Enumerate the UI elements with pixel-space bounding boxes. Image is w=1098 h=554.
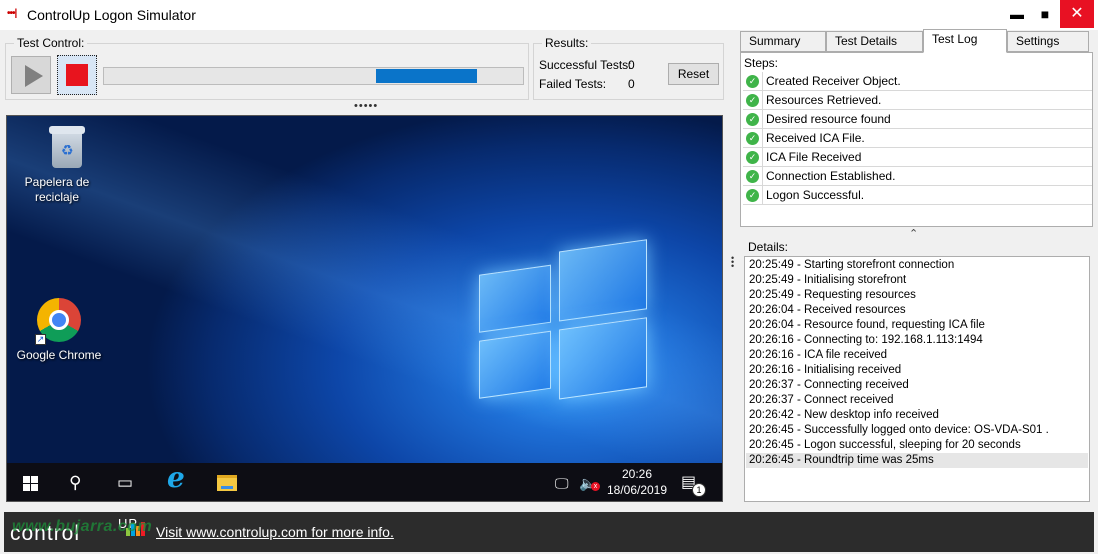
step-row: ✓ Logon Successful. <box>743 186 1092 205</box>
log-line[interactable]: 20:26:04 - Received resources <box>746 303 1088 318</box>
step-row: ✓ Resources Retrieved. <box>743 91 1092 110</box>
vertical-splitter[interactable]: • • • <box>731 254 735 271</box>
log-line[interactable]: 20:26:37 - Connecting received <box>746 378 1088 393</box>
windows-start-icon[interactable] <box>23 476 39 491</box>
step-label: Connection Established. <box>762 167 1092 186</box>
title-bar: •••| ControlUp Logon Simulator ▬ ■ ✕ <box>0 0 1098 30</box>
check-icon: ✓ <box>746 132 759 145</box>
log-line[interactable]: 20:26:16 - Initialising received <box>746 363 1088 378</box>
controlup-icon: •••| <box>7 8 17 19</box>
play-icon <box>25 65 43 87</box>
step-label: Received ICA File. <box>762 129 1092 148</box>
maximize-button[interactable]: ■ <box>1028 0 1062 28</box>
failed-tests-value: 0 <box>628 77 635 91</box>
successful-tests-value: 0 <box>628 58 635 72</box>
network-icon[interactable]: 🖵 <box>555 473 569 493</box>
check-icon: ✓ <box>746 113 759 126</box>
watermark: www.bujarra.com <box>12 518 153 535</box>
details-log[interactable]: 20:25:49 - Starting storefront connectio… <box>744 256 1090 502</box>
results-title: Results: <box>542 36 592 50</box>
check-icon: ✓ <box>746 170 759 183</box>
taskbar-clock[interactable]: 20:26 18/06/2019 <box>605 466 669 498</box>
controlup-website-link[interactable]: Visit www.controlup.com for more info. <box>156 524 394 540</box>
log-line[interactable]: 20:26:42 - New desktop info received <box>746 408 1088 423</box>
check-icon: ✓ <box>746 151 759 164</box>
windows-logo-wallpaper <box>479 231 647 430</box>
log-line[interactable]: 20:26:45 - Roundtrip time was 25ms <box>746 453 1088 468</box>
logo-pane <box>559 239 647 322</box>
step-row: ✓ ICA File Received <box>743 148 1092 167</box>
step-label: Logon Successful. <box>762 186 1092 205</box>
desktop-icon-google-chrome[interactable]: ↗ Google Chrome <box>7 116 111 366</box>
logo-pane <box>479 264 551 333</box>
horizontal-splitter[interactable]: ••••• <box>354 100 378 112</box>
step-row: ✓ Received ICA File. <box>743 129 1092 148</box>
collapse-arrow-icon[interactable]: ⌃ <box>909 227 918 240</box>
check-icon: ✓ <box>746 189 759 202</box>
progress-fill <box>376 69 477 83</box>
successful-tests-label: Successful Tests: <box>539 58 632 72</box>
play-button[interactable] <box>11 56 51 94</box>
notification-count-badge: 1 <box>692 483 706 497</box>
file-explorer-icon[interactable] <box>217 475 237 491</box>
log-line[interactable]: 20:26:04 - Resource found, requesting IC… <box>746 318 1088 333</box>
failed-tests-label: Failed Tests: <box>539 77 607 91</box>
log-line[interactable]: 20:25:49 - Requesting resources <box>746 288 1088 303</box>
footer-banner: control UP www.bujarra.com Visit www.con… <box>4 512 1094 552</box>
mute-badge-icon: x <box>591 482 600 491</box>
window-title: ControlUp Logon Simulator <box>27 7 196 23</box>
log-line[interactable]: 20:26:37 - Connect received <box>746 393 1088 408</box>
close-button[interactable]: ✕ <box>1060 0 1094 28</box>
task-view-icon[interactable]: ▭ <box>117 473 133 493</box>
logo-pane <box>559 317 647 400</box>
google-chrome-label: Google Chrome <box>16 348 102 362</box>
log-line[interactable]: 20:25:49 - Initialising storefront <box>746 273 1088 288</box>
log-line[interactable]: 20:26:45 - Successfully logged onto devi… <box>746 423 1088 438</box>
clock-time: 20:26 <box>621 467 653 481</box>
step-row: ✓ Connection Established. <box>743 167 1092 186</box>
log-line[interactable]: 20:26:16 - Connecting to: 192.168.1.113:… <box>746 333 1088 348</box>
test-progress-bar <box>103 67 524 85</box>
step-label: ICA File Received <box>762 148 1092 167</box>
taskbar: ⚲ ▭ e 🖵 🔈 x 20:26 18/06/2019 ▤ 1 <box>7 463 722 501</box>
reset-button[interactable]: Reset <box>668 63 719 85</box>
tab-summary[interactable]: Summary <box>740 31 826 52</box>
search-icon[interactable]: ⚲ <box>69 473 81 493</box>
log-line[interactable]: 20:25:49 - Starting storefront connectio… <box>746 258 1088 273</box>
log-line[interactable]: 20:26:16 - ICA file received <box>746 348 1088 363</box>
tab-test-details[interactable]: Test Details <box>826 31 923 52</box>
stop-icon <box>66 64 88 86</box>
steps-title: Steps: <box>744 56 779 70</box>
remote-desktop-view[interactable]: ♻ Papelera de reciclaje ↗ Google Chrome … <box>6 115 723 502</box>
step-row: ✓ Created Receiver Object. <box>743 72 1092 91</box>
log-line[interactable]: 20:26:45 - Logon successful, sleeping fo… <box>746 438 1088 453</box>
check-icon: ✓ <box>746 94 759 107</box>
step-label: Desired resource found <box>762 110 1092 129</box>
step-label: Created Receiver Object. <box>762 72 1092 91</box>
stop-button[interactable] <box>57 55 97 95</box>
test-control-title: Test Control: <box>14 36 88 50</box>
check-icon: ✓ <box>746 75 759 88</box>
tab-settings[interactable]: Settings <box>1007 31 1089 52</box>
internet-explorer-icon[interactable]: e <box>167 464 185 492</box>
step-label: Resources Retrieved. <box>762 91 1092 110</box>
shortcut-arrow-icon: ↗ <box>35 334 46 345</box>
steps-panel: Steps: ✓ Created Receiver Object. ✓ Resourc… <box>740 52 1093 227</box>
clock-date: 18/06/2019 <box>606 483 668 497</box>
details-title: Details: <box>748 240 789 254</box>
tab-test-log[interactable]: Test Log <box>923 29 1007 53</box>
logo-pane <box>479 330 551 399</box>
step-row: ✓ Desired resource found <box>743 110 1092 129</box>
